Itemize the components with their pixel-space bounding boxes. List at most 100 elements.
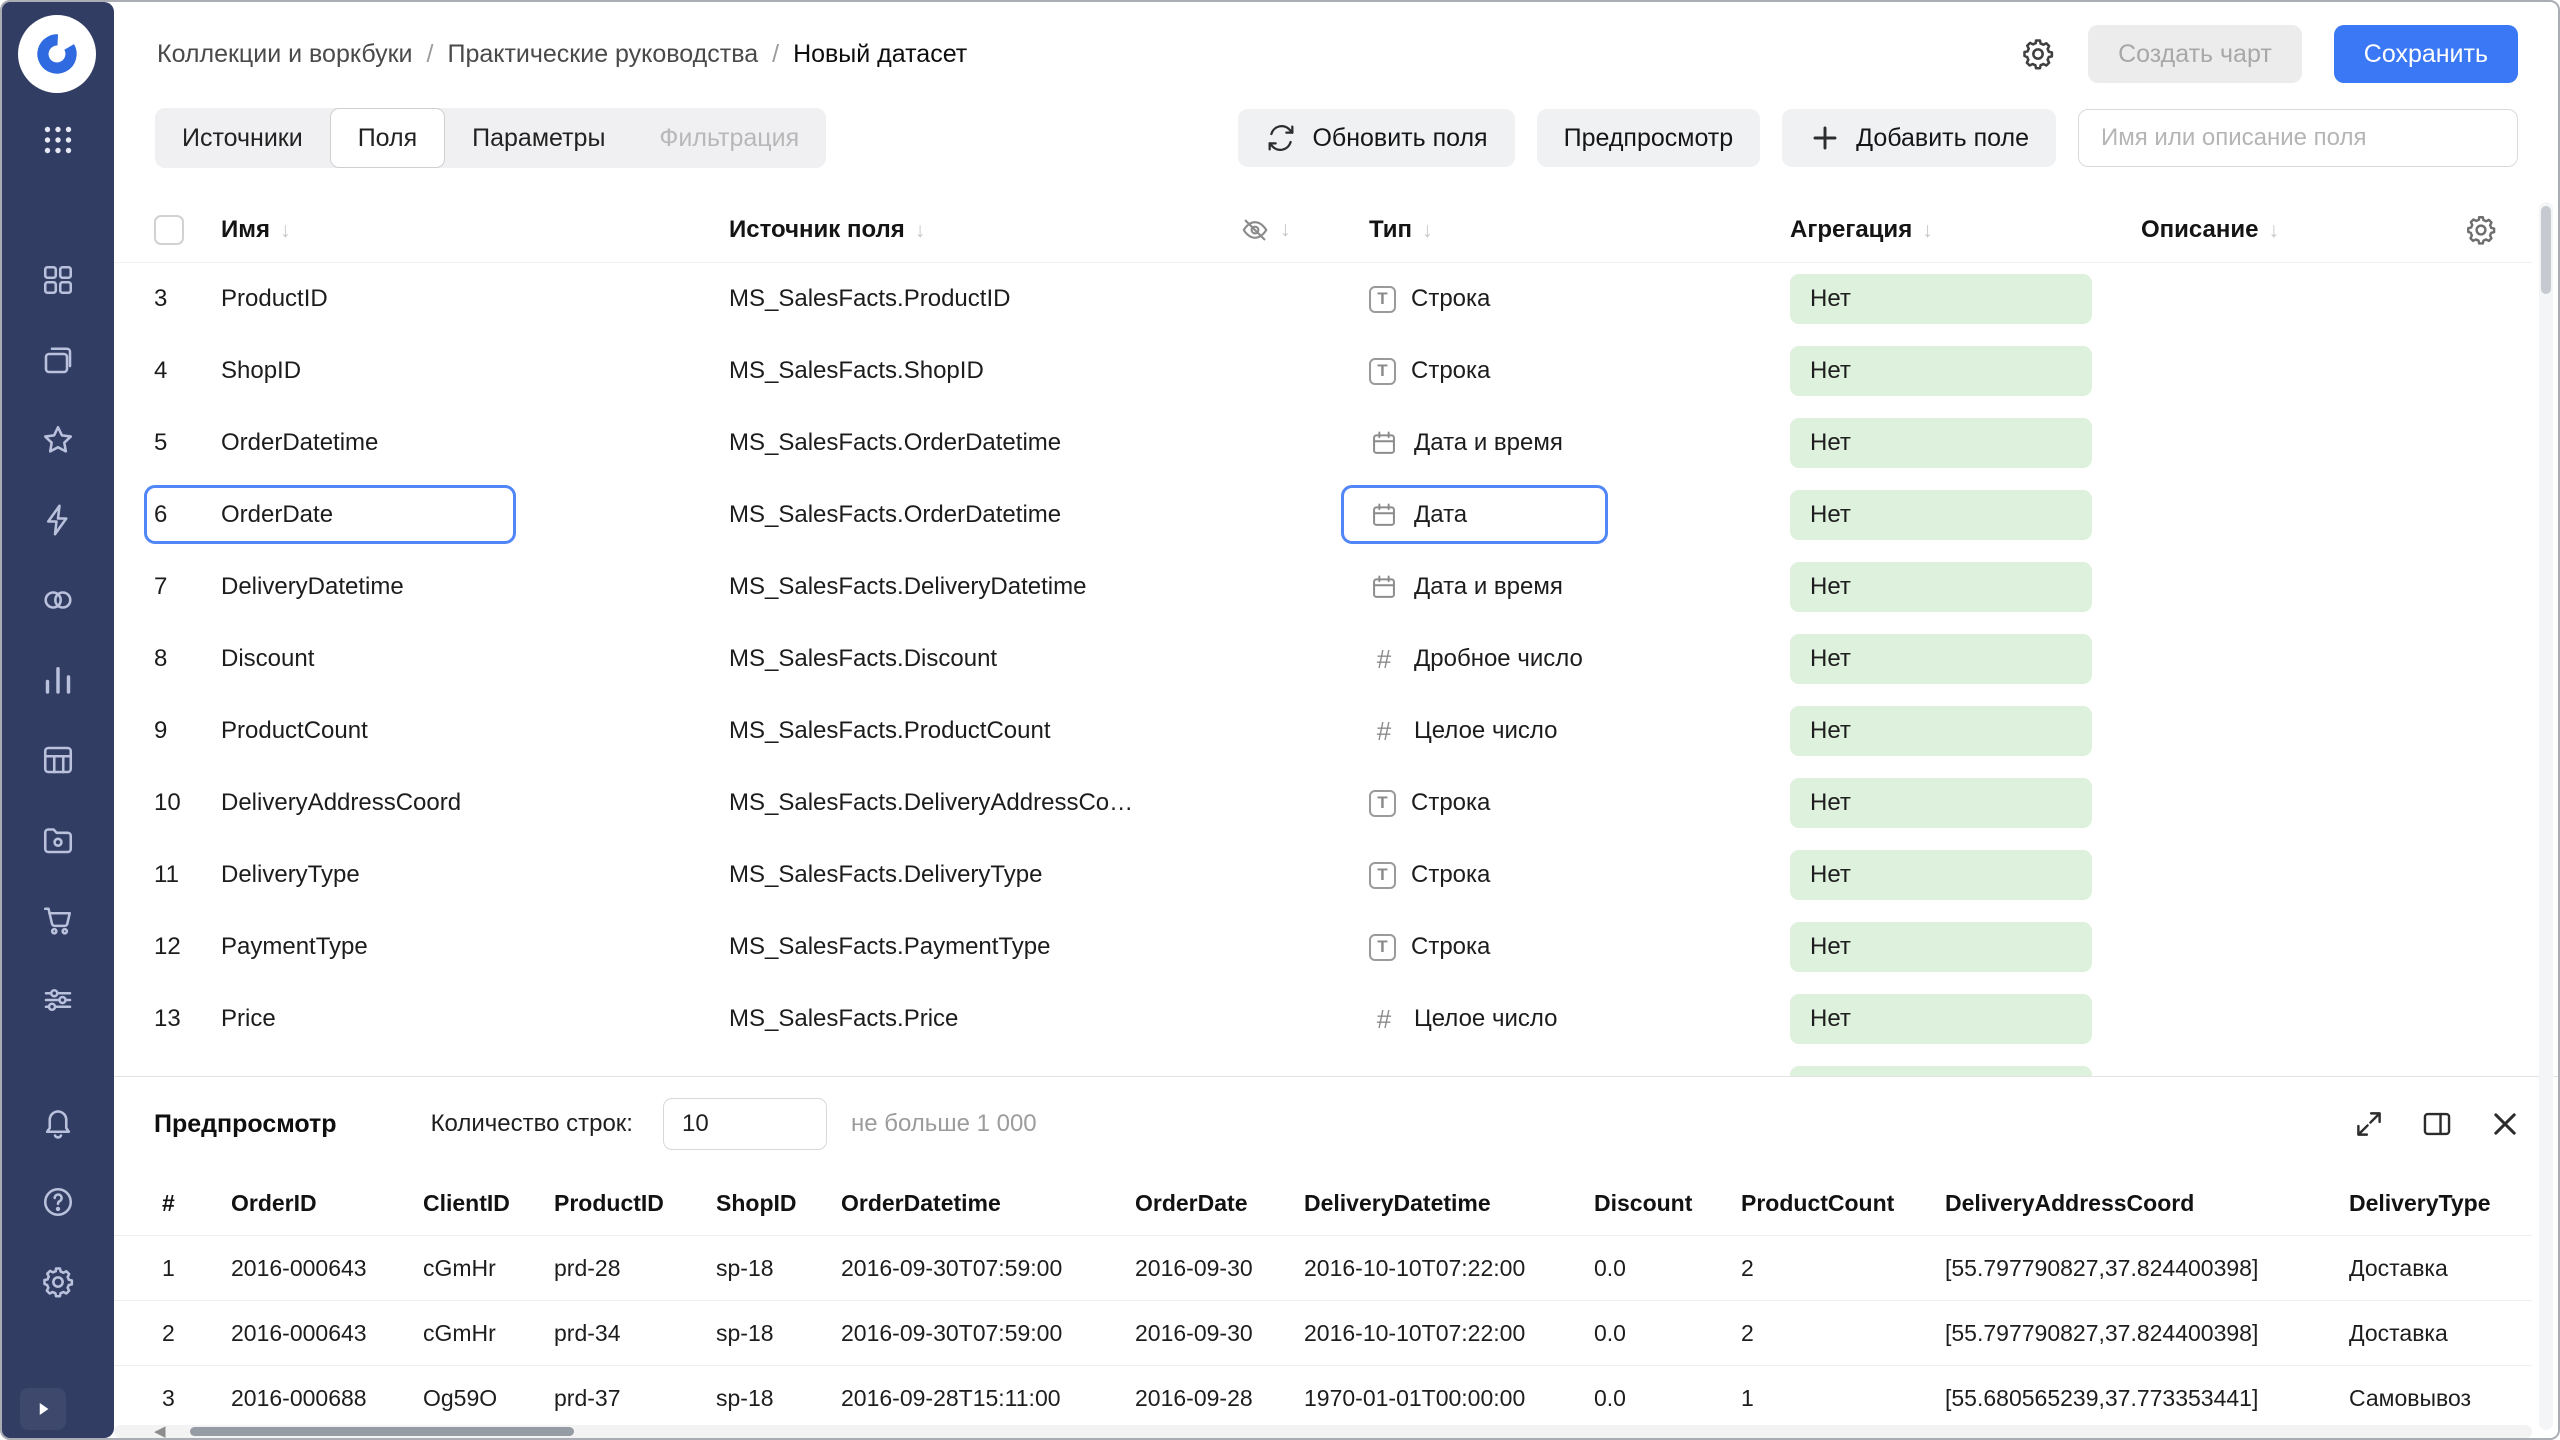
- nav-marketplace-icon[interactable]: [2, 880, 114, 960]
- field-source[interactable]: MS_SalesFacts.OrderDatetime: [729, 501, 1240, 529]
- field-source[interactable]: MS_SalesFacts.Discount: [729, 645, 1240, 673]
- aggregation-badge[interactable]: Нет: [1790, 850, 2092, 900]
- dock-preview-icon[interactable]: [2420, 1107, 2454, 1141]
- field-name[interactable]: DeliveryDatetime: [221, 573, 729, 601]
- add-field-button[interactable]: Добавить поле: [1782, 109, 2056, 167]
- field-type-cell[interactable]: Дата и время: [1369, 428, 1790, 458]
- scroll-left-arrow-icon[interactable]: ◀: [154, 1422, 166, 1440]
- save-button[interactable]: Сохранить: [2334, 25, 2518, 83]
- tab-filtering[interactable]: Фильтрация: [632, 108, 826, 168]
- nav-charts-icon[interactable]: [2, 640, 114, 720]
- field-type-cell[interactable]: Дата: [1369, 500, 1790, 530]
- sidebar-settings-icon[interactable]: [2, 1242, 114, 1322]
- field-row[interactable]: 12 PaymentType MS_SalesFacts.PaymentType…: [114, 911, 2532, 983]
- tab-sources[interactable]: Источники: [155, 108, 330, 168]
- field-name[interactable]: OrderDate: [221, 501, 729, 529]
- aggregation-badge[interactable]: Нет: [1790, 706, 2092, 756]
- expand-preview-icon[interactable]: [2352, 1107, 2386, 1141]
- create-chart-button[interactable]: Создать чарт: [2088, 25, 2302, 83]
- horizontal-scrollbar-thumb[interactable]: [190, 1427, 574, 1436]
- nav-tables-icon[interactable]: [2, 720, 114, 800]
- field-source[interactable]: MS_SalesFacts.DeliveryAddressCo…: [729, 789, 1240, 817]
- field-row[interactable]: 8 Discount MS_SalesFacts.Discount # Дроб…: [114, 623, 2532, 695]
- row-count-input[interactable]: [663, 1098, 827, 1150]
- field-type-cell[interactable]: T Строка: [1369, 285, 1790, 313]
- aggregation-badge[interactable]: Нет: [1790, 778, 2092, 828]
- sort-arrow-icon[interactable]: ↓: [1422, 219, 1433, 242]
- field-source[interactable]: MS_SalesFacts.OrderDatetime: [729, 429, 1240, 457]
- field-row[interactable]: 6 OrderDate MS_SalesFacts.OrderDatetime …: [114, 479, 2532, 551]
- close-preview-icon[interactable]: [2488, 1107, 2522, 1141]
- sort-arrow-icon[interactable]: ↓: [1922, 219, 1933, 242]
- field-row[interactable]: 13 Price MS_SalesFacts.Price # Целое чис…: [114, 983, 2532, 1055]
- sidebar-notifications-icon[interactable]: [2, 1082, 114, 1162]
- nav-files-icon[interactable]: [2, 800, 114, 880]
- field-name[interactable]: DeliveryAddressCoord: [221, 789, 729, 817]
- sidebar-expand-button[interactable]: [20, 1388, 66, 1430]
- field-type-cell[interactable]: T Строка: [1369, 933, 1790, 961]
- field-name[interactable]: OrderDatetime: [221, 429, 729, 457]
- col-header-source[interactable]: Источник поля: [729, 216, 905, 243]
- aggregation-badge[interactable]: Нет: [1790, 994, 2092, 1044]
- apps-grid-icon[interactable]: [2, 122, 114, 158]
- sort-arrow-icon[interactable]: ↓: [280, 219, 291, 242]
- breadcrumb-workbook[interactable]: Практические руководства: [447, 40, 758, 69]
- horizontal-scrollbar[interactable]: ◀: [114, 1425, 2532, 1438]
- field-type-cell[interactable]: T Строка: [1369, 789, 1790, 817]
- field-row[interactable]: 10 DeliveryAddressCoord MS_SalesFacts.De…: [114, 767, 2532, 839]
- field-type-cell[interactable]: # Дробное число: [1369, 644, 1790, 674]
- field-row[interactable]: 9 ProductCount MS_SalesFacts.ProductCoun…: [114, 695, 2532, 767]
- sort-arrow-icon[interactable]: ↓: [915, 219, 926, 242]
- field-row[interactable]: 3 ProductID MS_SalesFacts.ProductID T Ст…: [114, 263, 2532, 335]
- nav-editor-icon[interactable]: [2, 480, 114, 560]
- sort-arrow-icon[interactable]: ↓: [1280, 218, 1291, 241]
- table-settings-gear-icon[interactable]: [2464, 213, 2498, 247]
- vertical-scrollbar-thumb[interactable]: [2541, 206, 2551, 294]
- col-header-type[interactable]: Тип: [1369, 216, 1412, 243]
- field-name[interactable]: Discount: [221, 645, 729, 673]
- field-name[interactable]: ShopID: [221, 357, 729, 385]
- col-header-aggregation[interactable]: Агрегация: [1790, 216, 1912, 243]
- aggregation-badge[interactable]: Нет: [1790, 490, 2092, 540]
- nav-favorites-icon[interactable]: [2, 400, 114, 480]
- field-name[interactable]: Price: [221, 1005, 729, 1033]
- field-source[interactable]: MS_SalesFacts.DeliveryType: [729, 861, 1240, 889]
- hidden-eye-off-icon[interactable]: [1240, 215, 1270, 245]
- aggregation-badge[interactable]: Нет: [1790, 346, 2092, 396]
- field-name[interactable]: ProductID: [221, 285, 729, 313]
- tab-parameters[interactable]: Параметры: [445, 108, 632, 168]
- field-name[interactable]: PaymentType: [221, 933, 729, 961]
- breadcrumb-collections[interactable]: Коллекции и воркбуки: [157, 40, 413, 69]
- nav-collections-icon[interactable]: [2, 320, 114, 400]
- col-header-name[interactable]: Имя: [221, 216, 270, 243]
- field-type-cell[interactable]: T Строка: [1369, 861, 1790, 889]
- aggregation-badge[interactable]: Нет: [1790, 274, 2092, 324]
- field-type-cell[interactable]: # Целое число: [1369, 716, 1790, 746]
- field-row[interactable]: 4 ShopID MS_SalesFacts.ShopID T Строка Н…: [114, 335, 2532, 407]
- field-row[interactable]: 7 DeliveryDatetime MS_SalesFacts.Deliver…: [114, 551, 2532, 623]
- field-row[interactable]: 5 OrderDatetime MS_SalesFacts.OrderDatet…: [114, 407, 2532, 479]
- aggregation-badge[interactable]: Нет: [1790, 562, 2092, 612]
- field-type-cell[interactable]: Дата и время: [1369, 572, 1790, 602]
- select-all-checkbox[interactable]: [154, 215, 184, 245]
- vertical-scrollbar[interactable]: [2539, 202, 2553, 1430]
- field-type-cell[interactable]: T Строка: [1369, 357, 1790, 385]
- sort-arrow-icon[interactable]: ↓: [2269, 219, 2280, 242]
- aggregation-badge[interactable]: Нет: [1790, 634, 2092, 684]
- aggregation-badge[interactable]: Нет: [1790, 418, 2092, 468]
- tab-fields[interactable]: Поля: [330, 108, 445, 168]
- nav-dashboards-icon[interactable]: [2, 240, 114, 320]
- dataset-settings-gear-icon[interactable]: [2020, 36, 2056, 72]
- field-source[interactable]: MS_SalesFacts.ProductID: [729, 285, 1240, 313]
- field-name[interactable]: ProductCount: [221, 717, 729, 745]
- field-search-input[interactable]: [2078, 109, 2518, 167]
- refresh-fields-button[interactable]: Обновить поля: [1238, 109, 1514, 167]
- nav-rings-icon[interactable]: [2, 560, 114, 640]
- field-name[interactable]: DeliveryType: [221, 861, 729, 889]
- aggregation-badge[interactable]: Нет: [1790, 922, 2092, 972]
- field-source[interactable]: MS_SalesFacts.DeliveryDatetime: [729, 573, 1240, 601]
- col-header-description[interactable]: Описание: [2141, 216, 2259, 243]
- sidebar-help-icon[interactable]: [2, 1162, 114, 1242]
- field-source[interactable]: MS_SalesFacts.ShopID: [729, 357, 1240, 385]
- nav-services-icon[interactable]: [2, 960, 114, 1040]
